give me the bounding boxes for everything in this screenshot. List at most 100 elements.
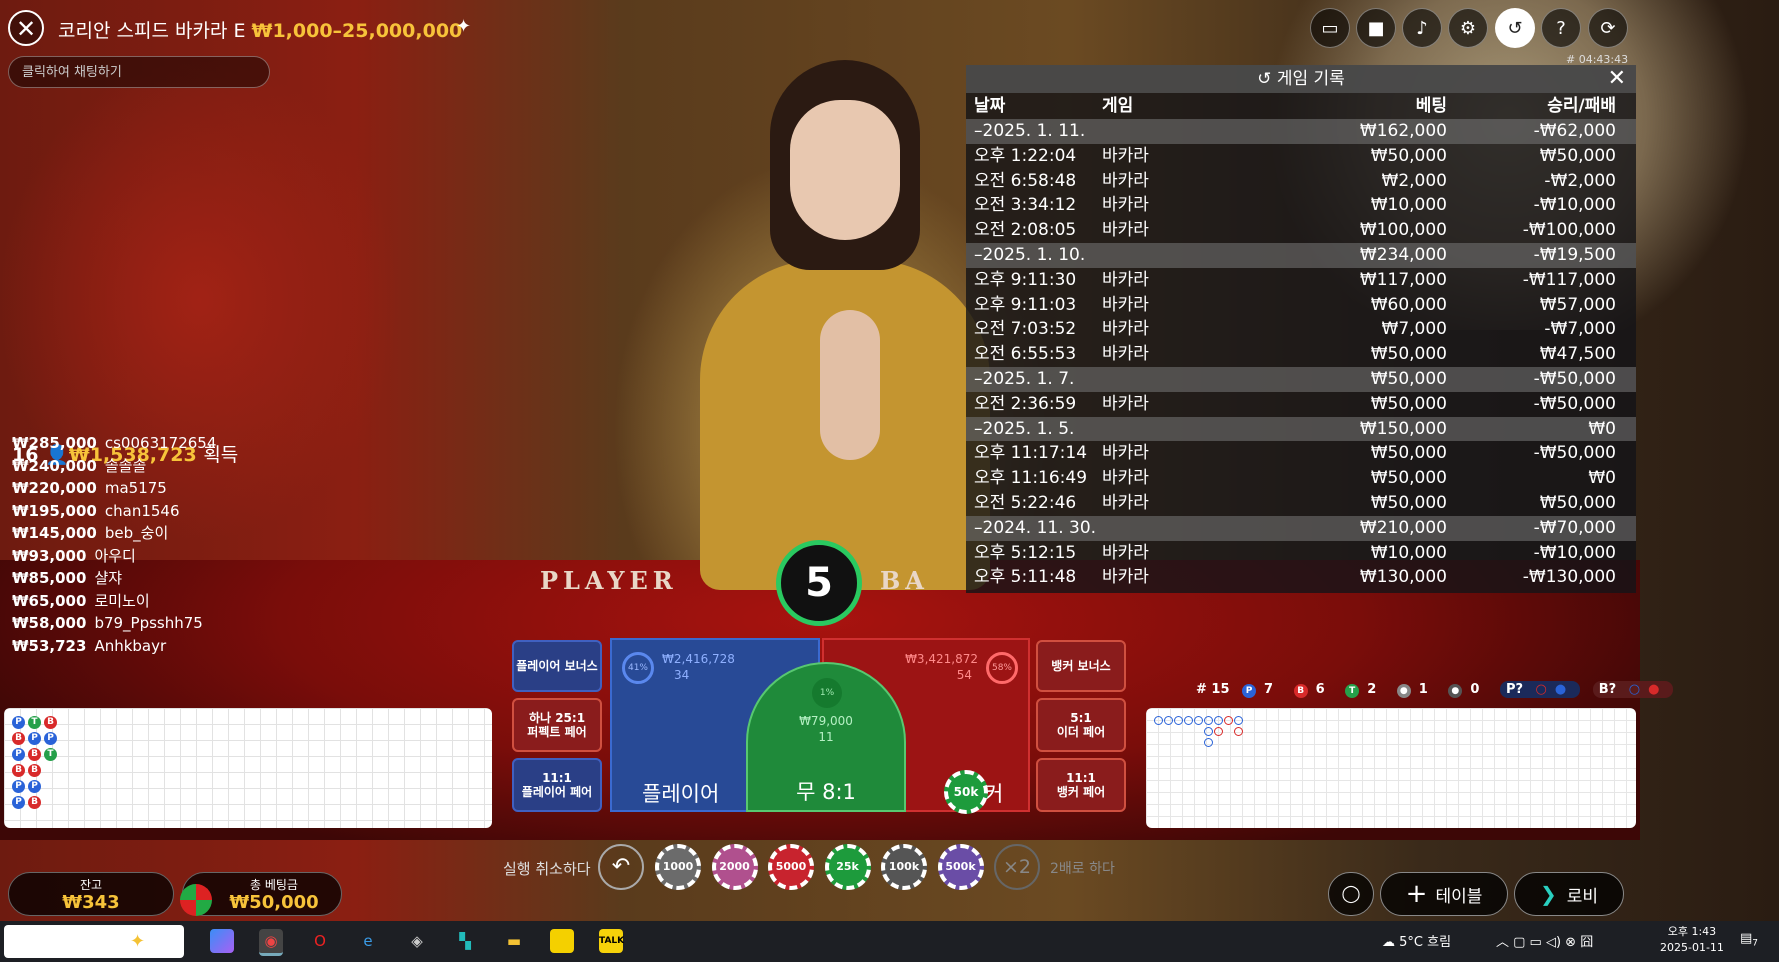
history-cell-game bbox=[1102, 516, 1282, 541]
history-date-row: –2025. 1. 5. ₩150,000 ₩0 bbox=[966, 416, 1636, 442]
banker-bonus-button[interactable]: 뱅커 보너스 bbox=[1036, 640, 1126, 692]
banker-ask-button[interactable]: B? ○ ● bbox=[1592, 681, 1674, 698]
winner-item: ₩65,000 로미노이 bbox=[12, 590, 216, 613]
history-header: ↺ 게임 기록 ✕ bbox=[966, 65, 1636, 93]
bead-p: P bbox=[12, 796, 25, 809]
store-icon[interactable]: ▚ bbox=[453, 929, 477, 953]
bet-limits: ₩1,000–25,000,000 bbox=[251, 20, 463, 42]
chrome-icon[interactable]: ◉ bbox=[259, 929, 283, 956]
history-cell-game: 바카라 bbox=[1102, 220, 1149, 241]
history-cell-date: 오전 2:36:59 bbox=[974, 393, 1077, 414]
chip-2000[interactable]: 2000 bbox=[711, 844, 758, 890]
kakaotalk-icon[interactable]: TALK bbox=[599, 929, 624, 953]
big-road[interactable] bbox=[1146, 708, 1636, 828]
history-icon-small: ↺ bbox=[1257, 69, 1277, 89]
video-icon[interactable]: ■ bbox=[1356, 8, 1396, 48]
history-cell-game bbox=[1102, 417, 1282, 442]
player-label: 플레이어 bbox=[642, 782, 720, 806]
add-table-label: 테이블 bbox=[1435, 886, 1483, 907]
chip-5000[interactable]: 5000 bbox=[768, 844, 814, 890]
history-cell-date: 오후 9:11:03 bbox=[974, 294, 1077, 315]
clock-date: 2025-01-11 bbox=[1660, 941, 1724, 954]
balance-value: ₩343 bbox=[62, 892, 120, 913]
history-icon[interactable]: ↺ bbox=[1495, 8, 1535, 48]
placed-chip: 50k bbox=[944, 770, 988, 814]
history-cell-game bbox=[1102, 367, 1282, 392]
history-cell-date: 오후 9:11:30 bbox=[974, 269, 1077, 290]
tie-label: 무 8:1 bbox=[796, 780, 856, 804]
tie-bet-zone[interactable]: 1% ₩79,000 11 무 8:1 bbox=[746, 662, 906, 812]
history-cell-result: -₩10,000 bbox=[1533, 542, 1616, 563]
notes-icon[interactable] bbox=[550, 929, 574, 953]
player-total: ₩2,416,728 bbox=[662, 652, 735, 666]
history-cell-date: 오후 5:12:15 bbox=[974, 542, 1077, 563]
history-cell-result: ₩57,000 bbox=[1539, 294, 1616, 315]
perfect-pair-button[interactable]: 하나 25:1 퍼펙트 페어 bbox=[512, 698, 602, 752]
pin-icon[interactable]: ✦ bbox=[456, 16, 471, 37]
chip-stack-icon bbox=[180, 884, 212, 916]
history-cell-bet: ₩60,000 bbox=[1370, 294, 1447, 315]
history-cell-game: 바카라 bbox=[1102, 468, 1149, 489]
banker-total: ₩3,421,872 bbox=[905, 652, 978, 666]
chip-1000[interactable]: 1000 bbox=[655, 844, 701, 890]
weather-widget[interactable]: ☁ 5°C 흐림 bbox=[1382, 931, 1451, 950]
player-pct: 41% bbox=[622, 652, 654, 684]
notifications-icon[interactable]: ▤7 bbox=[1740, 931, 1758, 949]
history-cell-result: ₩0 bbox=[1588, 468, 1616, 489]
winner-amount: ₩58,000 bbox=[12, 614, 87, 632]
chat-icon[interactable]: ▭ bbox=[1310, 8, 1350, 48]
emoji-icon[interactable]: ◯ bbox=[1328, 872, 1374, 916]
winner-amount: ₩65,000 bbox=[12, 591, 87, 610]
history-cell-result: -₩7,000 bbox=[1544, 319, 1616, 340]
history-cell-bet: ₩50,000 bbox=[1370, 468, 1447, 489]
history-cell-bet: ₩50,000 bbox=[1370, 145, 1447, 166]
bead-t: T bbox=[28, 716, 41, 729]
clock[interactable]: 오후 1:43 2025-01-11 bbox=[1660, 924, 1724, 956]
history-date-row: –2025. 1. 11. ₩162,000 -₩62,000 bbox=[966, 119, 1636, 144]
undo-icon[interactable]: ↶ bbox=[598, 844, 644, 890]
copilot-icon[interactable] bbox=[210, 929, 234, 953]
winner-amount: ₩85,000 bbox=[12, 569, 87, 587]
history-cell-result: -₩2,000 bbox=[1544, 170, 1616, 191]
history-cell-result: -₩50,000 bbox=[1533, 393, 1616, 414]
chip-500k[interactable]: 500k bbox=[937, 844, 984, 890]
lobby-return-icon[interactable]: ⟳ bbox=[1588, 8, 1628, 48]
taskbar-search[interactable]: ✦ bbox=[4, 925, 184, 958]
player-pair-button[interactable]: 11:1 플레이어 페어 bbox=[512, 758, 602, 812]
chat-input[interactable]: 클릭하여 채팅하기 bbox=[8, 56, 270, 88]
help-icon[interactable]: ? bbox=[1541, 8, 1581, 48]
history-cell-date: 오전 2:08:05 bbox=[974, 220, 1077, 241]
tray-icons[interactable]: ︿ ▢ ▭ ◁) ⊗ 囧 bbox=[1496, 931, 1593, 950]
history-cell-game: 바카라 bbox=[1102, 492, 1149, 513]
opera-icon[interactable]: O bbox=[308, 929, 332, 953]
total-bet-value: ₩50,000 bbox=[229, 892, 319, 913]
edge-icon[interactable]: e bbox=[356, 929, 380, 953]
history-cell-game: 바카라 bbox=[1102, 294, 1149, 315]
folder-icon[interactable]: ▬ bbox=[502, 929, 526, 953]
either-pair-button[interactable]: 5:1 이더 페어 bbox=[1036, 698, 1126, 752]
chip-100k[interactable]: 100k bbox=[881, 844, 927, 890]
player-bonus-button[interactable]: 플레이어 보너스 bbox=[512, 640, 602, 692]
app-icon[interactable]: ◈ bbox=[405, 929, 429, 953]
player-ask-button[interactable]: P? ○ ● bbox=[1499, 681, 1581, 698]
double-button[interactable]: ×2 bbox=[994, 844, 1040, 890]
volume-icon[interactable]: ♪ bbox=[1402, 8, 1442, 48]
history-cell-bet: ₩210,000 bbox=[1359, 517, 1447, 538]
bead-road[interactable]: PTBBPPPBTBBPPPB bbox=[4, 708, 492, 828]
add-table-button[interactable]: + 테이블 bbox=[1380, 872, 1508, 916]
bead-p: P bbox=[12, 716, 25, 729]
player-wins: P7 bbox=[1242, 682, 1281, 698]
game-history-panel: ↺ 게임 기록 ✕ 날짜 게임 베팅 승리/패배 –2025. 1. 11. ₩1… bbox=[966, 65, 1636, 593]
col-bet: 베팅 bbox=[1415, 96, 1447, 116]
close-history-icon[interactable]: ✕ bbox=[1608, 65, 1626, 93]
plus-icon: + bbox=[1405, 879, 1428, 909]
lobby-button[interactable]: ❯ 로비 bbox=[1514, 872, 1624, 916]
col-game: 게임 bbox=[1102, 96, 1134, 116]
bead-p: P bbox=[28, 780, 41, 793]
close-icon[interactable]: ✕ bbox=[8, 10, 44, 46]
history-cell-result: -₩19,500 bbox=[1533, 244, 1616, 265]
perfect-pair-label: 퍼펙트 페어 bbox=[527, 725, 587, 739]
chip-25k[interactable]: 25k bbox=[824, 844, 871, 890]
banker-pair-button[interactable]: 11:1 뱅커 페어 bbox=[1036, 758, 1126, 812]
settings-icon[interactable]: ⚙ bbox=[1448, 8, 1488, 48]
